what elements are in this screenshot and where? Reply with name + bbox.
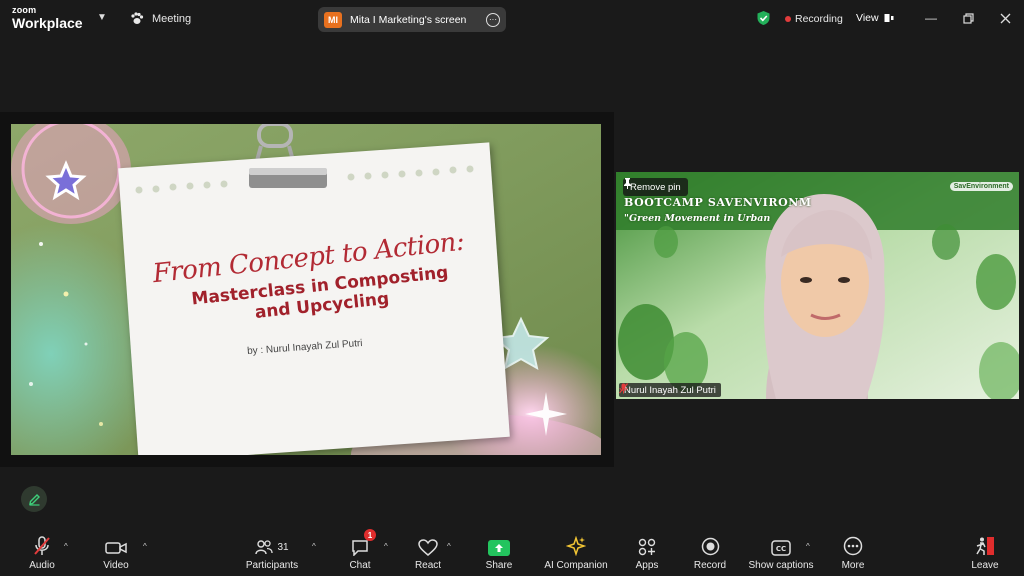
share-label: Mita I Marketing's screen [350, 13, 467, 26]
shared-screen-indicator[interactable]: MI Mita I Marketing's screen ··· [318, 7, 506, 32]
camera-icon [105, 542, 127, 554]
chat-button[interactable]: 1 Chat [348, 529, 376, 576]
captions-button[interactable]: CC Show captions [748, 530, 814, 576]
video-label: Video [103, 560, 129, 571]
close-icon[interactable] [997, 10, 1013, 26]
zoom-window: zoom Workplace ▼ Meeting MI Mita I Marke… [0, 0, 1024, 576]
share-screen-icon [488, 540, 510, 556]
participant-video-tile[interactable]: Remove pin BOOTCAMP SAVENVIRONM "Green M… [616, 172, 1019, 399]
react-options-chevron-icon[interactable]: ^ [447, 542, 451, 551]
apps-button[interactable]: Apps [634, 530, 660, 576]
presentation-slide: From Concept to Action: Masterclass in C… [11, 124, 601, 455]
leave-button[interactable]: Leave [970, 530, 1000, 576]
video-button[interactable]: Video [101, 530, 131, 576]
chevron-down-icon[interactable]: ▼ [97, 12, 107, 23]
closed-captions-icon: CC [771, 540, 791, 556]
react-button[interactable]: React [414, 530, 442, 576]
view-layout-icon [884, 14, 894, 22]
view-button[interactable]: View [856, 12, 894, 24]
chat-options-chevron-icon[interactable]: ^ [384, 542, 388, 551]
apps-icon [638, 538, 656, 556]
record-icon [701, 537, 719, 556]
remove-pin-button[interactable]: Remove pin [623, 178, 688, 196]
participants-count: 31 [277, 541, 289, 553]
remove-pin-label: Remove pin [630, 181, 681, 193]
participants-options-chevron-icon[interactable]: ^ [312, 542, 316, 551]
pin-icon [624, 178, 631, 189]
meeting-label: Meeting [152, 12, 192, 25]
sparkle-icon [566, 536, 586, 556]
record-label: Record [693, 560, 727, 571]
participants-icon [255, 540, 274, 555]
participant-name-label: Nurul Inayah Zul Putri [619, 383, 721, 397]
svg-text:CC: CC [776, 545, 786, 553]
ai-companion-button[interactable]: AI Companion [543, 530, 609, 576]
participant-name: Nurul Inayah Zul Putri [624, 384, 716, 396]
participants-label: Participants [245, 560, 299, 571]
video-banner-subtitle: "Green Movement in Urban [624, 213, 771, 224]
chat-icon [352, 540, 368, 556]
chat-label: Chat [349, 560, 371, 571]
react-label: React [414, 560, 442, 571]
participants-button[interactable]: 31 Participants [246, 530, 298, 576]
mic-muted-icon [619, 383, 628, 394]
top-bar: zoom Workplace ▼ Meeting MI Mita I Marke… [0, 0, 1024, 38]
share-label: Share [485, 560, 513, 571]
more-label: More [841, 560, 865, 571]
video-banner-title: BOOTCAMP SAVENVIRONM [624, 196, 812, 209]
audio-button[interactable]: Audio [27, 530, 57, 576]
bottom-toolbar: Audio ^ Video ^ 31 Participants ^ 1 Chat… [0, 529, 1024, 576]
video-banner-logo: SavEnvironment [949, 182, 1013, 191]
more-icon [843, 536, 863, 556]
audio-label: Audio [29, 560, 55, 571]
sharer-avatar: MI [324, 11, 342, 28]
audio-options-chevron-icon[interactable]: ^ [64, 542, 68, 551]
mic-muted-icon [34, 536, 50, 555]
shield-check-icon[interactable] [756, 10, 771, 26]
share-button[interactable]: Share [485, 530, 513, 576]
leave-label: Leave [971, 560, 999, 571]
meeting-info-button[interactable]: Meeting [130, 12, 191, 25]
recording-label: Recording [795, 13, 843, 25]
recording-indicator[interactable]: Recording [785, 13, 843, 25]
leave-icon [976, 537, 994, 555]
chat-unread-badge: 1 [364, 529, 376, 541]
apps-label: Apps [635, 560, 659, 571]
heart-icon [418, 539, 438, 556]
minimize-icon[interactable]: — [923, 10, 939, 26]
ai-companion-label: AI Companion [544, 560, 608, 571]
more-options-icon[interactable]: ··· [486, 12, 500, 27]
zoom-workplace-logo[interactable]: zoom Workplace [12, 5, 83, 31]
record-button[interactable]: Record [693, 530, 727, 576]
brand-small: zoom [12, 5, 37, 15]
captions-options-chevron-icon[interactable]: ^ [806, 542, 810, 551]
recording-dot-icon [785, 16, 791, 22]
view-label: View [856, 12, 879, 24]
paw-icon [131, 12, 144, 24]
more-button[interactable]: More [839, 530, 867, 576]
pencil-icon [28, 493, 40, 506]
annotate-button[interactable] [21, 486, 47, 512]
captions-label: Show captions [748, 560, 814, 571]
brand-large: Workplace [12, 15, 83, 31]
video-options-chevron-icon[interactable]: ^ [143, 542, 147, 551]
restore-icon[interactable] [960, 10, 976, 26]
